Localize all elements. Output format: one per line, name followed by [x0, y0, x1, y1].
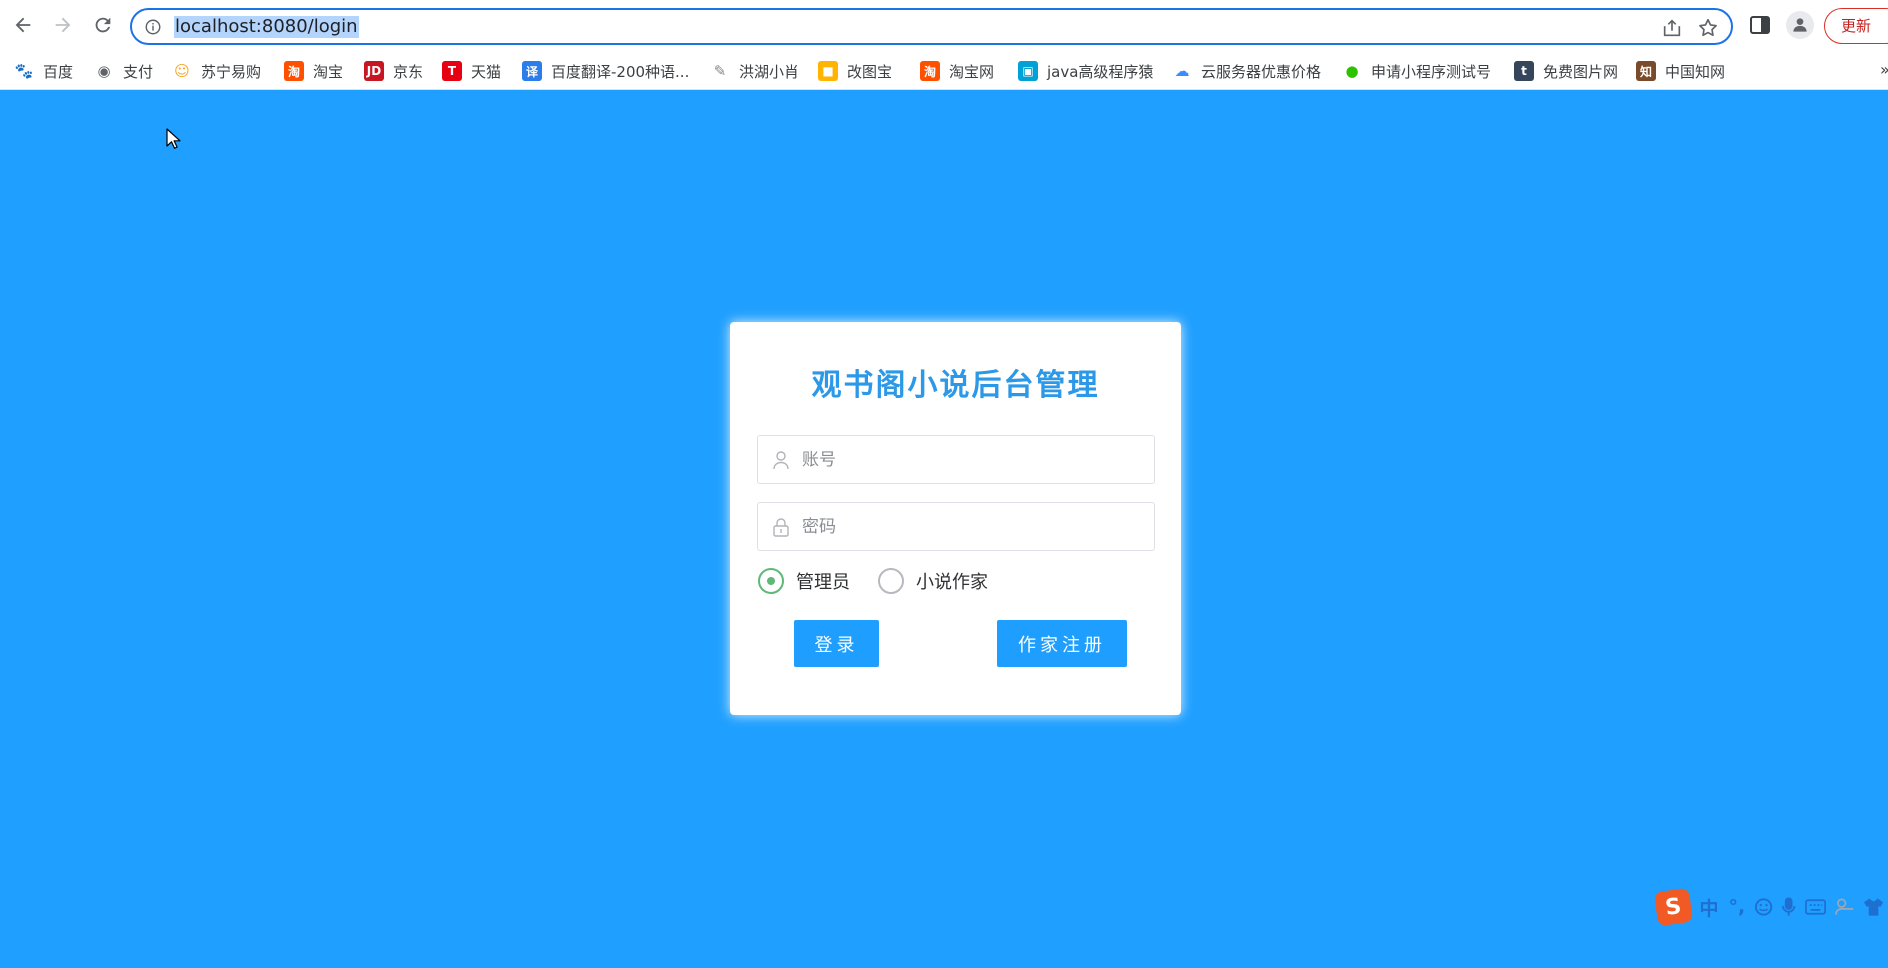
- role-label-admin: 管理员: [796, 572, 850, 593]
- bookmark-label: 淘宝网: [949, 62, 995, 81]
- taobao-icon: 淘: [284, 61, 304, 81]
- bookmark-label: 百度: [43, 62, 74, 81]
- role-label-author: 小说作家: [916, 572, 988, 593]
- bookmark-item[interactable]: ■ 改图宝: [818, 60, 892, 82]
- side-panel-icon[interactable]: [1749, 14, 1771, 36]
- mouse-cursor-icon: [166, 128, 181, 149]
- arrow-left-icon: [15, 17, 31, 33]
- author-register-button[interactable]: 作家注册: [997, 620, 1127, 667]
- bookmark-label: 淘宝: [313, 62, 344, 81]
- tumblr-icon: t: [1514, 61, 1534, 81]
- ime-mode-toggle[interactable]: 中: [1700, 894, 1719, 921]
- url-text[interactable]: localhost:8080/login: [174, 16, 359, 38]
- reload-button[interactable]: [88, 10, 118, 40]
- ime-punctuation-toggle[interactable]: °,: [1729, 896, 1746, 918]
- bookmark-label: 天猫: [471, 62, 502, 81]
- bilibili-icon: ▣: [1018, 61, 1038, 81]
- back-button[interactable]: [8, 10, 38, 40]
- star-icon[interactable]: [1697, 17, 1719, 39]
- forward-button[interactable]: [48, 10, 78, 40]
- reload-icon: [95, 17, 111, 33]
- bookmark-item[interactable]: 译百度翻译-200种语...: [522, 60, 689, 82]
- password-field[interactable]: [757, 502, 1155, 551]
- share-icon[interactable]: [1661, 17, 1683, 39]
- emoji-icon[interactable]: [1754, 897, 1773, 917]
- toolbox-icon[interactable]: [1834, 897, 1855, 917]
- bookmark-label: 免费图片网: [1543, 62, 1619, 81]
- bookmark-label: 云服务器优惠价格: [1201, 62, 1322, 81]
- jd-icon: JD: [364, 61, 384, 81]
- user-icon: [773, 451, 789, 470]
- account-input[interactable]: [802, 436, 1142, 483]
- login-page: 观书阁小说后台管理 管理员 小说作家 登录 作家注册: [0, 90, 1888, 968]
- bookmark-label: 洪湖小肖: [739, 62, 800, 81]
- feather-icon: ✎: [713, 62, 727, 80]
- bookmark-label: 百度翻译-200种语...: [551, 62, 690, 81]
- tmall-icon: T: [442, 61, 462, 81]
- role-radio-admin[interactable]: 管理员: [758, 568, 850, 594]
- skin-shirt-icon[interactable]: [1863, 897, 1884, 917]
- account-field[interactable]: [757, 435, 1155, 484]
- sogou-logo-icon[interactable]: S: [1653, 887, 1693, 927]
- bookmark-item[interactable]: ✎ 洪湖小肖: [710, 60, 799, 82]
- bookmark-item[interactable]: ● 申请小程序测试号: [1342, 60, 1491, 82]
- bookmark-label: 京东: [393, 62, 424, 81]
- bookmark-label: 苏宁易购: [201, 62, 262, 81]
- cloud-icon: ☁: [1174, 62, 1190, 80]
- suning-lion-icon: ☺: [174, 62, 190, 80]
- password-input[interactable]: [802, 503, 1142, 550]
- address-bar[interactable]: localhost:8080/login: [130, 8, 1733, 45]
- gaitubao-icon: ■: [818, 61, 838, 81]
- bookmark-item[interactable]: ▣ java高级程序猿: [1018, 60, 1153, 82]
- role-radio-author[interactable]: 小说作家: [878, 568, 988, 594]
- info-icon[interactable]: [144, 18, 162, 36]
- bookmark-item[interactable]: 淘淘宝网: [920, 60, 994, 82]
- bookmarks-overflow-icon[interactable]: »: [1880, 60, 1888, 79]
- translate-icon: 译: [522, 61, 542, 81]
- taobao-icon: 淘: [920, 61, 940, 81]
- bookmark-item[interactable]: T 天猫: [442, 60, 501, 82]
- update-button[interactable]: 更新: [1824, 8, 1888, 44]
- bookmark-label: java高级程序猿: [1047, 62, 1154, 81]
- globe-icon: ◉: [97, 62, 111, 80]
- bookmark-item[interactable]: JD 京东: [364, 60, 423, 82]
- ime-toolbar: S 中 °,: [1653, 887, 1888, 927]
- bookmark-item[interactable]: ◉ 支付: [94, 60, 153, 82]
- microphone-icon[interactable]: [1781, 896, 1796, 918]
- login-card: 观书阁小说后台管理 管理员 小说作家 登录 作家注册: [730, 322, 1181, 715]
- bookmark-item[interactable]: ☺ 苏宁易购: [172, 60, 261, 82]
- bookmark-item[interactable]: 知中国知网: [1636, 60, 1725, 82]
- arrow-right-icon: [55, 17, 71, 33]
- wechat-icon: ●: [1345, 62, 1359, 80]
- bookmark-item[interactable]: t 免费图片网: [1514, 60, 1618, 82]
- bookmark-item[interactable]: 淘淘宝: [284, 60, 343, 82]
- profile-avatar[interactable]: [1786, 11, 1814, 39]
- cnki-icon: 知: [1636, 61, 1656, 81]
- bookmark-item[interactable]: 🐾 百度: [14, 60, 73, 82]
- login-button[interactable]: 登录: [794, 620, 879, 667]
- bookmark-label: 支付: [123, 62, 154, 81]
- page-title: 观书阁小说后台管理: [811, 368, 1100, 403]
- bookmark-label: 中国知网: [1665, 62, 1726, 81]
- lock-icon: [773, 518, 789, 537]
- radio-unchecked-icon[interactable]: [878, 568, 904, 594]
- bookmark-label: 申请小程序测试号: [1371, 62, 1492, 81]
- keyboard-icon[interactable]: [1804, 898, 1826, 916]
- bookmark-label: 改图宝: [847, 62, 893, 81]
- person-icon: [1793, 18, 1807, 32]
- browser-toolbar: localhost:8080/login 更新: [0, 0, 1888, 52]
- radio-checked-icon[interactable]: [758, 568, 784, 594]
- baidu-paw-icon: 🐾: [14, 62, 34, 80]
- bookmarks-bar: 🐾 百度 ◉ 支付 ☺ 苏宁易购淘淘宝 JD 京东 T 天猫译百度翻译-200种语... ✎ 洪湖小肖…: [0, 52, 1888, 90]
- bookmark-item[interactable]: ☁ 云服务器优惠价格: [1172, 60, 1322, 82]
